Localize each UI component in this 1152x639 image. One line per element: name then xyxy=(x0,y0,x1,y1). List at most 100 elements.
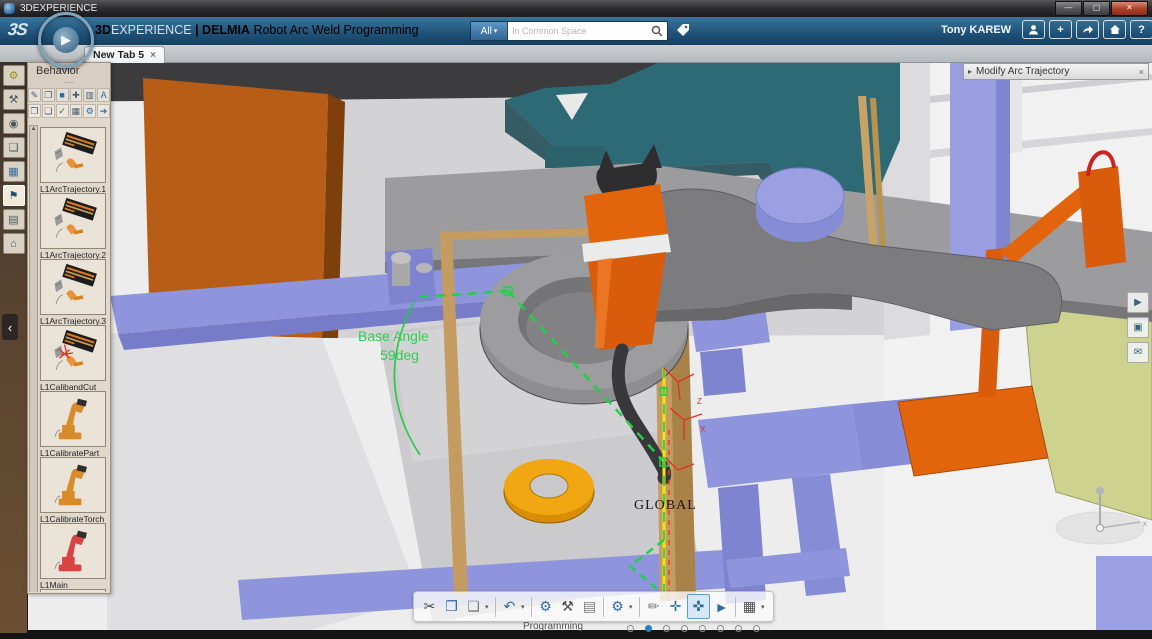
cut-button[interactable]: ✂ xyxy=(419,595,440,618)
compass-play-icon: ▶ xyxy=(61,32,71,48)
page-dot[interactable] xyxy=(699,625,706,632)
page-dot[interactable] xyxy=(645,625,652,632)
share-icon[interactable] xyxy=(1076,20,1099,39)
home-strip-icon[interactable]: ⌂ xyxy=(3,233,25,254)
axis-z-label: Z xyxy=(697,397,702,406)
page-dot[interactable] xyxy=(663,625,670,632)
list-item-calibratetorch[interactable]: L1CalibrateTorch xyxy=(40,457,106,524)
fill-square-tool-icon[interactable]: ■ xyxy=(56,88,69,102)
search-bar[interactable]: All ▾ xyxy=(470,21,668,41)
user-icon[interactable] xyxy=(1022,20,1045,39)
torch-weld-button[interactable]: ✏ xyxy=(643,595,664,618)
paint-tool-icon[interactable]: ✎ xyxy=(28,88,41,102)
panel-expand-icon[interactable]: ▸ xyxy=(964,67,976,76)
copy-button[interactable]: ❐ xyxy=(441,595,462,618)
maximize-button[interactable]: ▢ xyxy=(1083,1,1110,16)
window-tool-icon[interactable]: ❐ xyxy=(42,88,55,102)
workcell-dropdown-icon[interactable]: ▾ xyxy=(761,603,768,611)
tab-close-icon[interactable]: × xyxy=(150,50,156,61)
minimize-button[interactable]: — xyxy=(1055,1,1082,16)
split-panel-tool-icon[interactable]: ▥ xyxy=(83,88,96,102)
panel-overflow-icon[interactable]: ⋯ xyxy=(28,80,110,87)
brand-divider: | xyxy=(195,23,199,37)
tab-bar xyxy=(0,45,1152,63)
page-dot[interactable] xyxy=(681,625,688,632)
page-dot[interactable] xyxy=(735,625,742,632)
view-screen-icon[interactable]: ▣ xyxy=(1127,317,1149,338)
robot-simulate-button[interactable]: ⚙ xyxy=(535,595,556,618)
list-item-arctrajectory-2[interactable]: L1ArcTrajectory.2 xyxy=(40,193,106,260)
application-window: Z X Base Angle 59deg GLOBAL x 3DEXPERIEN… xyxy=(0,0,1152,639)
undo-dropdown-icon[interactable]: ▾ xyxy=(521,603,528,611)
section-page-dots[interactable] xyxy=(627,625,760,632)
copy-page-tool-icon[interactable]: ❏ xyxy=(42,104,55,118)
jog-button[interactable]: ► xyxy=(711,595,732,618)
data-grid-icon[interactable]: ▤ xyxy=(3,209,25,230)
paste-button[interactable]: ❏ xyxy=(463,595,484,618)
search-scope-dropdown[interactable]: All ▾ xyxy=(471,22,508,40)
tab-new-tab-5[interactable]: New Tab 5 × xyxy=(84,46,165,63)
list-item-main[interactable]: L1Main xyxy=(40,523,106,590)
text-style-tool-icon[interactable]: A xyxy=(97,88,110,102)
design-tools-icon[interactable]: ⚒ xyxy=(3,89,25,110)
list-item-arctrajectory-3[interactable]: L1ArcTrajectory.3 xyxy=(40,259,106,326)
robot-export-tool-icon[interactable]: ➔ xyxy=(97,104,110,118)
page-dot[interactable] xyxy=(627,625,634,632)
capture-camera-icon[interactable]: ◉ xyxy=(3,113,25,134)
workcell-device-button[interactable]: ▦ xyxy=(739,595,760,618)
search-icon[interactable] xyxy=(647,22,667,40)
close-button[interactable]: ✕ xyxy=(1111,1,1148,16)
app-icon xyxy=(4,3,15,14)
device-machine-icon[interactable]: ▦ xyxy=(3,161,25,182)
robot-settings-button[interactable]: ⚒ xyxy=(557,595,578,618)
undo-button[interactable]: ↶ xyxy=(499,595,520,618)
scroll-up-icon[interactable]: ▲ xyxy=(31,126,37,132)
axis-x-label: X xyxy=(700,425,706,434)
robot-manage-button[interactable]: ⚙ xyxy=(607,595,628,618)
table-tool-icon[interactable]: ▦ xyxy=(70,104,83,118)
page-dot[interactable] xyxy=(717,625,724,632)
teach-button[interactable]: ✜ xyxy=(687,594,710,619)
modify-panel-close-icon[interactable]: × xyxy=(1135,67,1148,77)
base-angle-label-1: Base Angle xyxy=(358,328,429,344)
3d-compass[interactable]: ▶ xyxy=(38,12,94,68)
search-scope-value: All xyxy=(481,26,492,37)
add-tool-icon[interactable]: ✚ xyxy=(70,88,83,102)
paste-dropdown-icon[interactable]: ▾ xyxy=(485,603,492,611)
search-input[interactable] xyxy=(508,22,647,40)
list-item-calibratepart[interactable]: L1CalibratePart xyxy=(40,391,106,458)
brand-experience: EXPERIENCE xyxy=(111,23,192,37)
brand-suite: Robot Arc Weld Programming xyxy=(253,23,418,37)
window-titlebar[interactable]: 3DEXPERIENCE — ▢ ✕ xyxy=(0,0,1152,17)
robot-task-tool-icon[interactable]: ⚙ xyxy=(83,104,96,118)
list-scrollbar[interactable]: ▲ xyxy=(29,125,38,592)
robot-manage-dropdown-icon[interactable]: ▾ xyxy=(629,603,636,611)
list-item-partial[interactable] xyxy=(40,589,106,592)
new-window-tool-icon[interactable]: ❒ xyxy=(28,104,41,118)
tab-label: New Tab 5 xyxy=(93,49,144,61)
validate-tool-icon[interactable]: ✓ xyxy=(56,104,69,118)
model-gear-icon[interactable]: ⚙ xyxy=(3,65,25,86)
modify-panel-title: Modify Arc Trajectory xyxy=(976,66,1135,77)
list-item-arctrajectory-1[interactable]: L1ArcTrajectory.1 xyxy=(40,127,106,194)
modify-arc-trajectory-panel[interactable]: ▸ Modify Arc Trajectory × xyxy=(963,63,1149,80)
torch-align-button[interactable]: ✛ xyxy=(665,595,686,618)
view-play-icon[interactable]: ▶ xyxy=(1127,292,1149,313)
donut-workpiece[interactable] xyxy=(504,459,594,523)
list-item-calibandcut[interactable]: L1CalibandCut xyxy=(40,325,106,392)
behavior-flow-icon[interactable]: ⚑ xyxy=(3,185,25,206)
task-clipboard-button[interactable]: ▤ xyxy=(579,595,600,618)
tag-icon[interactable] xyxy=(672,20,694,40)
help-icon[interactable]: ? xyxy=(1130,20,1152,39)
behavior-panel: Behavior ⋯ ✎ ❐ ■ ✚ ▥ A ❒ ❏ ✓ ▦ ⚙ ➔ ▲ L1A… xyxy=(27,62,111,594)
user-name[interactable]: Tony KAREW xyxy=(941,24,1011,36)
behavior-list[interactable]: ▲ L1ArcTrajectory.1 L1ArcTrajectory.2 L1… xyxy=(28,125,110,592)
view-note-icon[interactable]: ✉ xyxy=(1127,342,1149,363)
panel-collapse-chevron[interactable]: ‹ xyxy=(2,314,18,340)
page-dot[interactable] xyxy=(753,625,760,632)
add-icon[interactable]: + xyxy=(1049,20,1072,39)
3d-viewport[interactable]: Z X Base Angle 59deg GLOBAL x xyxy=(0,0,1152,639)
home-icon[interactable] xyxy=(1103,20,1126,39)
content-pages-icon[interactable]: ❏ xyxy=(3,137,25,158)
brand-app: DELMIA xyxy=(202,23,250,37)
